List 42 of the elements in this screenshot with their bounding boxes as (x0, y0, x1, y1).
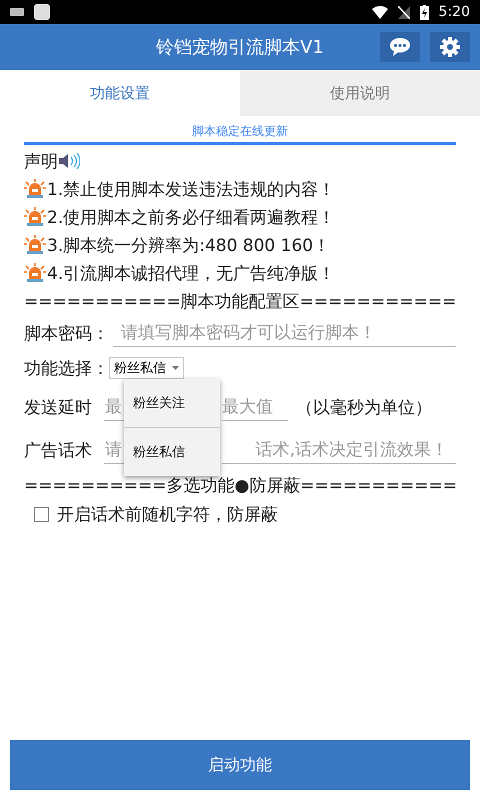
checkbox-label: 开启话术前随机字符，防屏蔽 (57, 504, 278, 526)
clock-time: 5:20 (438, 4, 470, 20)
section-divider-text: ==========多选功能●防屏蔽=========== (24, 474, 457, 496)
field-label: 广告话术 (24, 440, 92, 462)
wifi-icon (372, 6, 388, 18)
rule-text: 1.禁止使用脚本发送违法违规的内容！ (47, 178, 336, 200)
dropdown-option[interactable]: 粉丝私信 (124, 428, 220, 476)
field-label: 发送延时 (24, 396, 92, 418)
max-delay-field[interactable]: 最大值 (222, 393, 288, 421)
rule-text: 4.引流脚本诚招代理，无广告纯净版！ (47, 262, 336, 284)
tab[interactable]: 使用说明 (240, 70, 480, 116)
siren-icon (24, 179, 46, 199)
ad-text-field[interactable]: 请 (104, 436, 124, 464)
chat-button[interactable] (380, 32, 420, 62)
notification-icon (34, 4, 50, 20)
notice-text: 脚本稳定在线更新 (192, 124, 288, 138)
settings-button[interactable] (430, 32, 470, 62)
rule-text: 2.使用脚本之前务必仔细看两遍教程！ (47, 206, 336, 228)
speaker-icon (58, 153, 80, 169)
siren-icon (24, 235, 46, 255)
app-title: 铃铛宠物引流脚本V1 (155, 36, 325, 59)
start-button[interactable]: 启动功能 (10, 740, 470, 790)
min-delay-field[interactable]: 最 (104, 393, 124, 421)
battery-charging-icon (420, 4, 429, 20)
field-label: 功能选择： (24, 358, 109, 380)
function-dropdown[interactable]: 粉丝私信 (109, 357, 184, 379)
siren-icon (24, 207, 46, 227)
siren-icon (24, 263, 46, 283)
statement-title: 声明 (24, 150, 58, 172)
ad-text-field[interactable]: 话术,话术决定引流效果！ (222, 436, 456, 464)
unit-text: （以毫秒为单位） (296, 396, 432, 418)
password-field[interactable]: 请填写脚本密码才可以运行脚本！ (113, 319, 456, 347)
settings-icon (440, 37, 460, 57)
dropdown-option[interactable]: 粉丝关注 (124, 379, 220, 428)
section-divider-text: ===========脚本功能配置区=========== (24, 290, 456, 312)
checkbox[interactable] (34, 506, 49, 522)
keyboard-icon (10, 8, 24, 16)
chat-icon (389, 37, 411, 57)
no-signal-icon (398, 6, 410, 18)
field-label: 脚本密码： (24, 322, 109, 344)
rule-text: 3.脚本统一分辨率为:480 800 160！ (47, 234, 330, 256)
caret-icon (172, 366, 179, 370)
